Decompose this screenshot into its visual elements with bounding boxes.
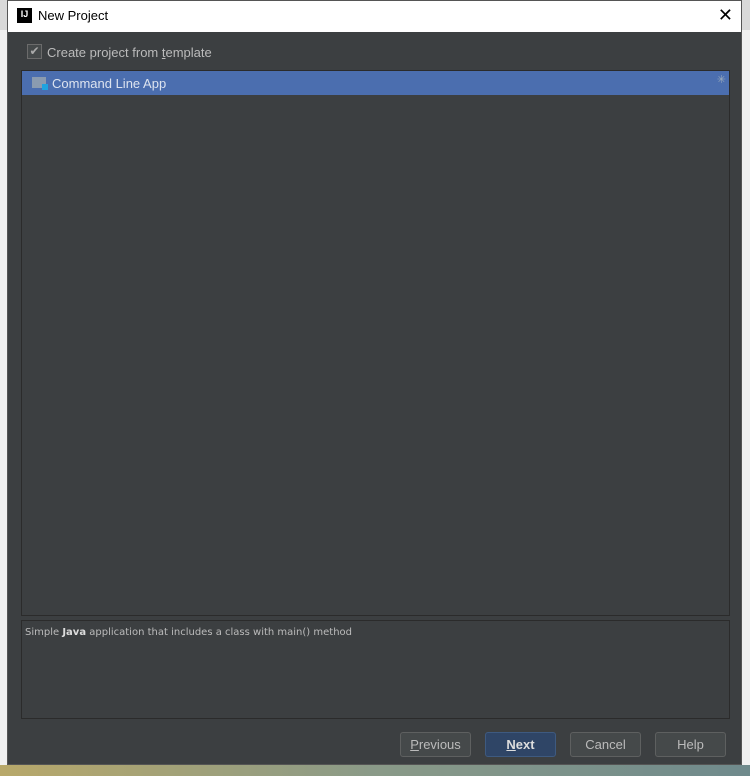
background-window — [742, 30, 750, 765]
button-label: ext — [515, 737, 535, 752]
list-item[interactable]: Command Line App ✳ — [22, 71, 729, 95]
intellij-icon: IJ — [17, 8, 32, 23]
cancel-button[interactable]: Cancel — [570, 732, 641, 757]
desc-text: Simple — [25, 627, 63, 638]
dialog-title: New Project — [38, 8, 109, 23]
folder-icon — [32, 77, 48, 90]
create-from-template-label[interactable]: Create project from template — [47, 45, 212, 60]
title-bar: IJ New Project ✕ — [8, 1, 741, 32]
label-part: Create project from — [47, 45, 162, 60]
help-button[interactable]: Help — [655, 732, 726, 757]
template-list[interactable]: Command Line App ✳ — [21, 70, 730, 616]
loading-spinner-icon: ✳ — [716, 74, 726, 86]
label-part: emplate — [165, 45, 212, 60]
desc-text: application that includes a class with m… — [86, 627, 352, 638]
button-label: revious — [418, 737, 461, 752]
new-project-dialog: IJ New Project ✕ ✔ Create project from t… — [7, 0, 742, 765]
next-button[interactable]: Next — [485, 732, 556, 757]
background-window — [0, 30, 7, 765]
mnemonic: P — [410, 737, 419, 752]
previous-button[interactable]: Previous — [400, 732, 471, 757]
list-item-label: Command Line App — [52, 76, 167, 91]
desktop-background — [0, 765, 750, 776]
mnemonic: N — [506, 737, 516, 752]
create-from-template-checkbox[interactable]: ✔ — [27, 44, 42, 59]
template-description: Simple Java application that includes a … — [21, 620, 730, 719]
close-icon[interactable]: ✕ — [718, 5, 733, 26]
desc-bold: Java — [62, 627, 87, 638]
